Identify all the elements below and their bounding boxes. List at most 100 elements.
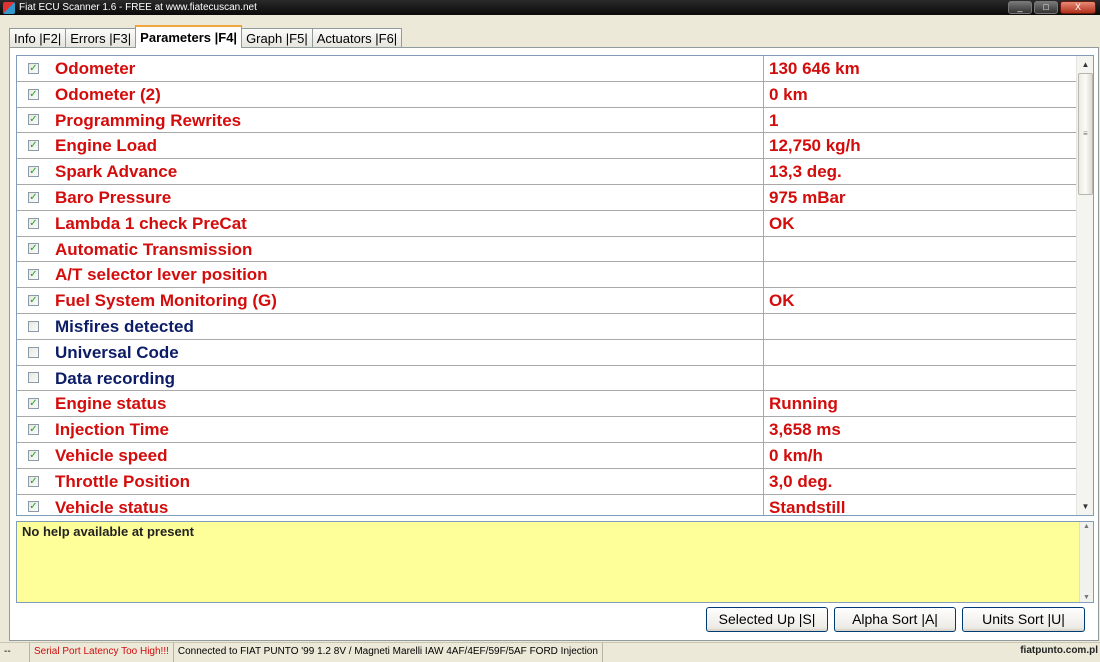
tab-info[interactable]: Info |F2| <box>9 28 67 48</box>
parameter-checkbox[interactable]: ✓ <box>28 398 39 410</box>
scroll-down-icon[interactable]: ▼ <box>1078 499 1093 514</box>
help-text: No help available at present <box>22 524 194 539</box>
parameter-value: 3,0 deg. <box>769 471 833 491</box>
table-row[interactable]: ✓ Programming Rewrites 1 <box>17 107 1076 134</box>
parameter-value: Standstill <box>769 497 846 516</box>
status-indicator: -- <box>0 643 30 662</box>
checkbox-cell: ✓ <box>17 159 50 184</box>
parameter-value: 3,658 ms <box>769 420 841 440</box>
parameter-value: OK <box>769 291 795 311</box>
checkbox-cell <box>17 366 50 391</box>
parameter-value <box>764 237 1076 262</box>
parameter-checkbox[interactable]: ✓ <box>28 449 39 461</box>
parameter-name: Engine status <box>50 391 764 417</box>
minimize-button[interactable]: _ <box>1008 1 1032 14</box>
parameter-checkbox[interactable]: ✓ <box>28 501 39 513</box>
parameter-name: Automatic Transmission <box>50 236 764 262</box>
checkbox-cell: ✓ <box>17 495 50 515</box>
latency-warning: Serial Port Latency Too High!!! <box>30 643 174 662</box>
parameter-checkbox[interactable]: ✓ <box>28 191 39 203</box>
table-row[interactable]: ✓ Odometer (2) 0 km <box>17 81 1076 108</box>
tab-errors[interactable]: Errors |F3| <box>65 28 137 48</box>
table-row[interactable]: ✓ Vehicle speed 0 km/h <box>17 442 1076 469</box>
parameter-checkbox[interactable]: ✓ <box>28 62 39 74</box>
tab-parameters[interactable]: Parameters |F4| <box>135 25 243 48</box>
checkbox-cell: ✓ <box>17 82 50 107</box>
table-row[interactable]: Universal Code <box>17 339 1076 366</box>
status-bar: -- Serial Port Latency Too High!!! Conne… <box>0 642 1100 662</box>
parameter-checkbox[interactable]: ✓ <box>28 475 39 487</box>
parameter-value: 1 <box>769 110 779 130</box>
parameter-checkbox[interactable]: ✓ <box>28 424 39 436</box>
table-row[interactable]: ✓ Lambda 1 check PreCat OK <box>17 210 1076 237</box>
parameter-value: 12,750 kg/h <box>769 136 861 156</box>
parameter-checkbox[interactable]: ✓ <box>28 269 39 281</box>
parameter-value: 975 mBar <box>769 187 846 207</box>
parameters-grid: ✓ Odometer 130 646 km ✓ Odometer (2) 0 km ✓ Pro… <box>16 55 1094 516</box>
table-row[interactable]: ✓ Automatic Transmission <box>17 236 1076 263</box>
parameter-checkbox[interactable] <box>28 346 39 358</box>
checkbox-cell <box>17 340 50 365</box>
tab-graph[interactable]: Graph |F5| <box>241 28 313 48</box>
checkbox-cell: ✓ <box>17 133 50 158</box>
parameter-value <box>764 340 1076 365</box>
parameter-checkbox[interactable]: ✓ <box>28 88 39 100</box>
table-row[interactable]: ✓ Vehicle status Standstill <box>17 494 1076 516</box>
close-button[interactable]: X <box>1060 1 1096 14</box>
parameter-value <box>764 366 1076 391</box>
parameter-name: Odometer <box>50 56 764 81</box>
title-bar: Fiat ECU Scanner 1.6 - FREE at www.fiate… <box>0 0 1100 15</box>
grid-scrollbar[interactable]: ▲ ≡ ▼ <box>1076 56 1093 515</box>
parameter-checkbox[interactable]: ✓ <box>28 140 39 152</box>
parameter-name: Universal Code <box>50 339 764 365</box>
parameter-checkbox[interactable]: ✓ <box>28 114 39 126</box>
parameter-name: Throttle Position <box>50 468 764 494</box>
help-box: No help available at present ▲ ▼ <box>16 521 1094 603</box>
parameter-checkbox[interactable] <box>28 372 39 384</box>
checkbox-cell: ✓ <box>17 417 50 442</box>
parameter-checkbox[interactable]: ✓ <box>28 243 39 255</box>
checkbox-cell: ✓ <box>17 211 50 236</box>
parameter-value: Running <box>769 394 838 414</box>
parameter-name: Vehicle speed <box>50 442 764 468</box>
table-row[interactable]: ✓ Engine Load 12,750 kg/h <box>17 133 1076 160</box>
table-row[interactable]: ✓ Spark Advance 13,3 deg. <box>17 159 1076 185</box>
checkbox-cell: ✓ <box>17 262 50 287</box>
parameter-name: Programming Rewrites <box>50 107 764 133</box>
alpha-sort-button[interactable]: Alpha Sort |A| <box>834 607 956 632</box>
selected-up-button[interactable]: Selected Up |S| <box>706 607 828 632</box>
table-row[interactable]: ✓ Throttle Position 3,0 deg. <box>17 468 1076 495</box>
scroll-up-icon[interactable]: ▲ <box>1078 57 1093 72</box>
watermark: fiatpunto.com.pl <box>1020 645 1098 656</box>
table-row[interactable]: ✓ Engine status Running <box>17 391 1076 418</box>
parameter-name: Engine Load <box>50 133 764 159</box>
help-scrollbar[interactable]: ▲ ▼ <box>1079 522 1093 602</box>
table-row[interactable]: ✓ Injection Time 3,658 ms <box>17 417 1076 443</box>
parameter-value: 0 km <box>769 84 808 104</box>
parameter-name: Spark Advance <box>50 159 764 184</box>
checkbox-cell: ✓ <box>17 443 50 468</box>
parameter-checkbox[interactable] <box>28 320 39 332</box>
connection-status: Connected to FIAT PUNTO '99 1.2 8V / Mag… <box>174 643 603 662</box>
tab-actuators[interactable]: Actuators |F6| <box>311 28 403 48</box>
units-sort-button[interactable]: Units Sort |U| <box>962 607 1085 632</box>
parameters-rows: ✓ Odometer 130 646 km ✓ Odometer (2) 0 km ✓ Pro… <box>17 56 1076 516</box>
table-row[interactable]: Misfires detected <box>17 313 1076 340</box>
table-row[interactable]: ✓ Fuel System Monitoring (G) OK <box>17 288 1076 314</box>
checkbox-cell: ✓ <box>17 288 50 313</box>
parameter-value: 130 646 km <box>769 59 860 78</box>
parameter-checkbox[interactable]: ✓ <box>28 295 39 307</box>
table-row[interactable]: ✓ Baro Pressure 975 mBar <box>17 184 1076 211</box>
table-row[interactable]: ✓ A/T selector lever position <box>17 262 1076 289</box>
parameter-name: Baro Pressure <box>50 184 764 210</box>
maximize-button[interactable]: □ <box>1034 1 1058 14</box>
parameter-value: 13,3 deg. <box>769 162 842 182</box>
table-row[interactable]: Data recording <box>17 365 1076 392</box>
parameters-panel: ✓ Odometer 130 646 km ✓ Odometer (2) 0 km ✓ Pro… <box>9 47 1099 641</box>
table-row[interactable]: ✓ Odometer 130 646 km <box>17 56 1076 82</box>
help-scroll-down-icon[interactable]: ▼ <box>1083 594 1090 601</box>
parameter-checkbox[interactable]: ✓ <box>28 217 39 229</box>
scroll-thumb[interactable]: ≡ <box>1078 73 1093 195</box>
help-scroll-up-icon[interactable]: ▲ <box>1083 523 1090 530</box>
parameter-checkbox[interactable]: ✓ <box>28 166 39 178</box>
